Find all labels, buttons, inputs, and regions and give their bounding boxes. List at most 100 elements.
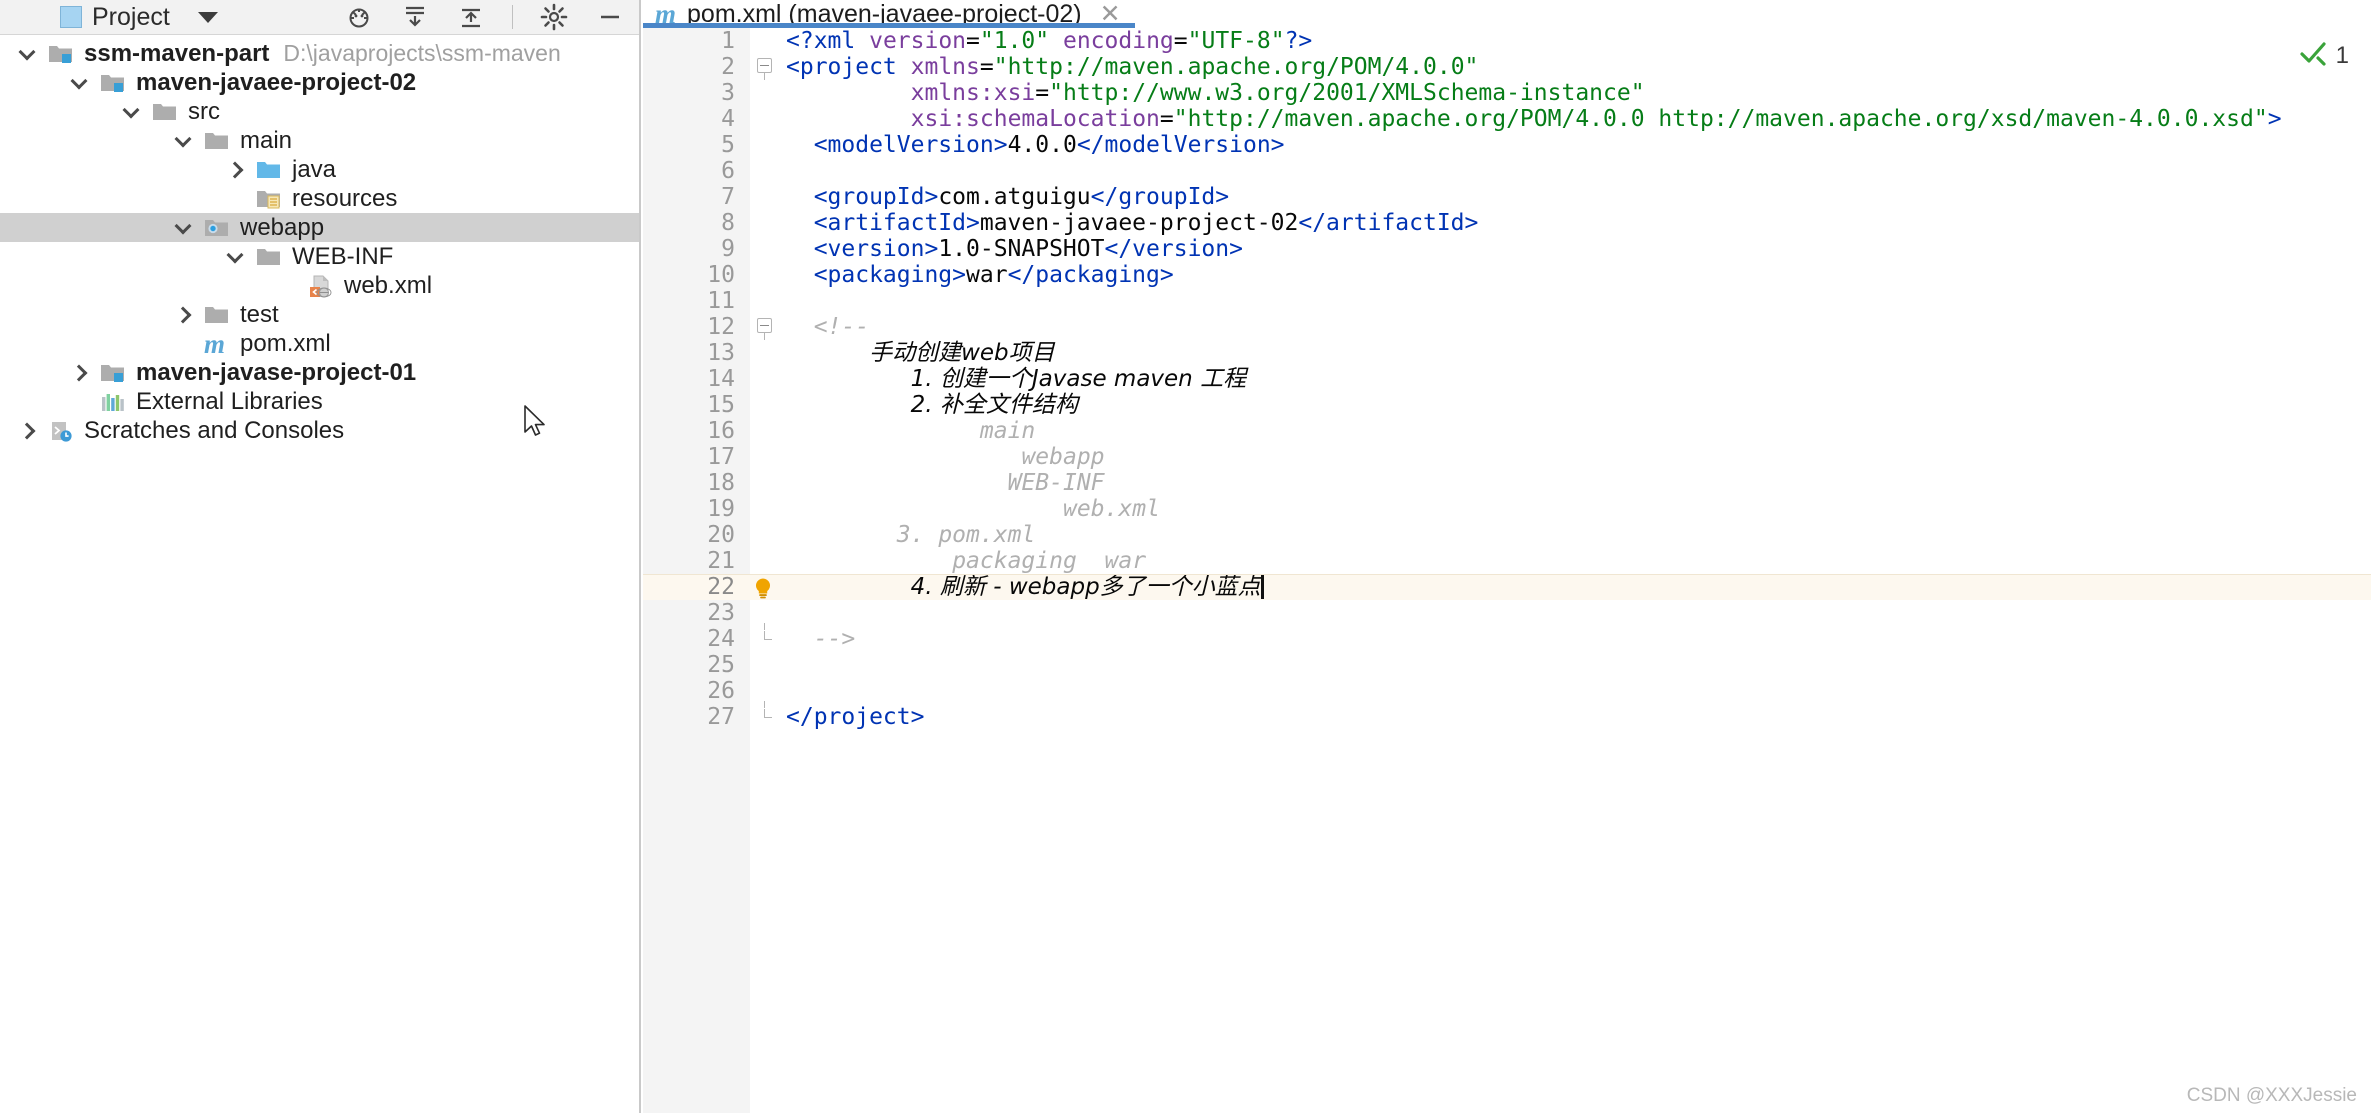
chevron-down-icon[interactable] bbox=[174, 217, 196, 239]
collapse-down-icon[interactable] bbox=[400, 2, 430, 32]
code-line[interactable]: 13 手动创建web项目 bbox=[643, 340, 2371, 366]
chevron-right-icon[interactable] bbox=[70, 362, 92, 384]
code-line[interactable]: 14 1. 创建一个Javase maven 工程 bbox=[643, 366, 2371, 392]
code-text: 手动创建web项目 bbox=[869, 340, 1055, 366]
tree-item-maven-javase-project-01[interactable]: maven-javase-project-01 bbox=[0, 358, 639, 387]
code-line[interactable]: 20 3. pom.xml bbox=[643, 522, 2371, 548]
code-token: --> bbox=[813, 626, 856, 652]
tab-pom-xml[interactable]: m pom.xml (maven-javaee-project-02) ✕ bbox=[643, 0, 1135, 29]
tree-no-arrow bbox=[278, 275, 300, 297]
expand-up-icon[interactable] bbox=[456, 2, 486, 32]
intention-bulb-icon[interactable] bbox=[751, 576, 775, 600]
code-line[interactable]: 23 bbox=[643, 600, 2371, 626]
maven-pom-icon: m bbox=[204, 328, 225, 359]
code-line[interactable]: 7 <groupId>com.atguigu</groupId> bbox=[643, 184, 2371, 210]
code-content[interactable]: 1 <?xml version="1.0" encoding="UTF-8"?> 2… bbox=[643, 28, 2371, 730]
code-line[interactable]: 26 bbox=[643, 678, 2371, 704]
tree-item-maven-javaee-project-02[interactable]: maven-javaee-project-02 bbox=[0, 68, 639, 97]
code-line[interactable]: 24 --> bbox=[643, 623, 2371, 652]
module-folder-icon bbox=[100, 71, 126, 95]
code-token: 4. 刷新 - webapp多了一个小蓝点 bbox=[910, 574, 1261, 600]
code-text: xmlns:xsi="http://www.w3.org/2001/XMLSch… bbox=[911, 80, 1645, 106]
tree-item-ssm-maven-part[interactable]: ssm-maven-part D:\javaprojects\ssm-maven bbox=[0, 39, 639, 68]
line-number: 15 bbox=[707, 392, 735, 418]
tree-item-web-inf[interactable]: WEB-INF bbox=[0, 242, 639, 271]
code-token: web.xml bbox=[1063, 496, 1160, 522]
code-line[interactable]: 3 xmlns:xsi="http://www.w3.org/2001/XMLSc… bbox=[643, 80, 2371, 106]
tree-item-web-xml[interactable]: web.xml bbox=[0, 271, 639, 300]
tree-item-label: resources bbox=[292, 184, 398, 212]
fold-collapse-icon[interactable] bbox=[755, 317, 775, 340]
code-line[interactable]: 1 <?xml version="1.0" encoding="UTF-8"?> bbox=[643, 28, 2371, 54]
project-toolbar: Project bbox=[0, 0, 639, 35]
code-line[interactable]: 5 <modelVersion>4.0.0</modelVersion> bbox=[643, 132, 2371, 158]
tree-item-java[interactable]: java bbox=[0, 155, 639, 184]
tree-item-pom-xml[interactable]: m pom.xml bbox=[0, 329, 639, 358]
code-line[interactable]: 22 4. 刷新 - webapp多了一个小蓝点 bbox=[643, 574, 2371, 600]
tree-item-label: test bbox=[240, 300, 279, 328]
project-title-label: Project bbox=[92, 2, 170, 31]
chevron-down-icon[interactable] bbox=[197, 11, 218, 23]
folder-icon bbox=[256, 245, 282, 269]
code-line[interactable]: 27 </project> bbox=[643, 701, 2371, 730]
code-editor[interactable]: 1 <?xml version="1.0" encoding="UTF-8"?> 2… bbox=[643, 28, 2371, 1113]
code-line[interactable]: 16 main bbox=[643, 418, 2371, 444]
fold-end-icon[interactable] bbox=[755, 623, 775, 649]
code-text: web.xml bbox=[1063, 496, 1160, 522]
chevron-right-icon[interactable] bbox=[174, 304, 196, 326]
fold-end-icon[interactable] bbox=[755, 701, 775, 727]
chevron-down-icon[interactable] bbox=[174, 130, 196, 152]
code-line[interactable]: 8 <artifactId>maven-javaee-project-02</ar… bbox=[643, 210, 2371, 236]
line-number: 27 bbox=[707, 704, 735, 730]
close-icon[interactable]: ✕ bbox=[1100, 0, 1121, 29]
tree-item-test[interactable]: test bbox=[0, 300, 639, 329]
code-line[interactable]: 12 <!-- bbox=[643, 314, 2371, 340]
text-caret bbox=[1260, 575, 1264, 599]
minimize-icon[interactable] bbox=[595, 2, 625, 32]
project-tool-title-group[interactable]: Project bbox=[60, 3, 218, 32]
code-line[interactable]: 15 2. 补全文件结构 bbox=[643, 392, 2371, 418]
chevron-down-icon[interactable] bbox=[18, 43, 40, 65]
tree-item-src[interactable]: src bbox=[0, 97, 639, 126]
tree-item-label: webapp bbox=[240, 213, 325, 241]
code-token: <modelVersion> bbox=[813, 132, 1008, 158]
tree-item-webapp[interactable]: webapp bbox=[0, 213, 639, 242]
chevron-right-icon[interactable] bbox=[226, 159, 248, 181]
fold-collapse-icon[interactable] bbox=[755, 57, 775, 80]
resources-folder-icon bbox=[256, 187, 282, 211]
code-line[interactable]: 11 bbox=[643, 288, 2371, 314]
code-line[interactable]: 6 bbox=[643, 158, 2371, 184]
inspection-status[interactable]: 1 bbox=[2298, 38, 2349, 74]
chevron-down-icon[interactable] bbox=[226, 246, 248, 268]
code-line[interactable]: 25 bbox=[643, 652, 2371, 678]
chevron-down-icon[interactable] bbox=[122, 101, 144, 123]
line-number: 19 bbox=[707, 496, 735, 522]
tree-item-main[interactable]: main bbox=[0, 126, 639, 155]
code-token: "UTF-8" bbox=[1187, 28, 1285, 54]
code-line[interactable]: 10 <packaging>war</packaging> bbox=[643, 262, 2371, 288]
settings-gear-icon[interactable] bbox=[539, 2, 569, 32]
tree-item-resources[interactable]: resources bbox=[0, 184, 639, 213]
line-number: 18 bbox=[707, 470, 735, 496]
code-token: "1.0" bbox=[979, 28, 1050, 54]
chevron-right-icon[interactable] bbox=[18, 420, 40, 442]
code-line[interactable]: 4 xsi:schemaLocation="http://maven.apache… bbox=[643, 106, 2371, 132]
chevron-down-icon[interactable] bbox=[70, 72, 92, 94]
code-token: packaging war bbox=[952, 548, 1147, 574]
code-line[interactable]: 17 webapp bbox=[643, 444, 2371, 470]
code-text: --> bbox=[814, 626, 856, 652]
code-line[interactable]: 9 <version>1.0-SNAPSHOT</version> bbox=[643, 236, 2371, 262]
code-line[interactable]: 18 WEB-INF bbox=[643, 470, 2371, 496]
code-token: = bbox=[1035, 80, 1050, 106]
code-line[interactable]: 2 <project xmlns="http://maven.apache.org… bbox=[643, 54, 2371, 80]
bug-locate-icon[interactable] bbox=[344, 2, 374, 32]
line-number: 26 bbox=[707, 678, 735, 704]
code-line[interactable]: 21 packaging war bbox=[643, 548, 2371, 574]
code-line[interactable]: 19 web.xml bbox=[643, 496, 2371, 522]
